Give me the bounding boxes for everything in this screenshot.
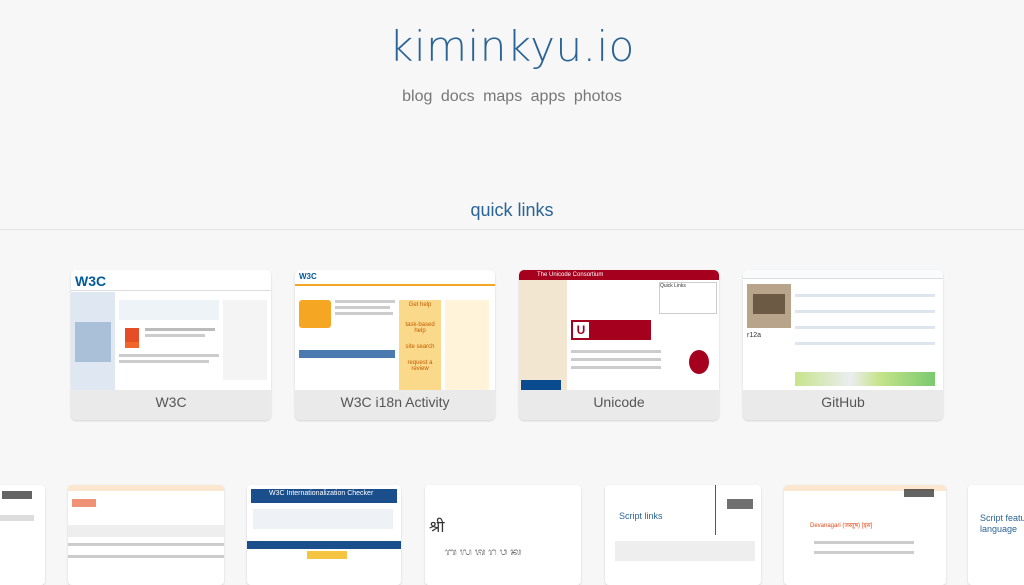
site-title[interactable]: kiminkyu.io [0, 22, 1024, 71]
unicode-logo: U [573, 322, 589, 338]
quick-link-w3c-i18n[interactable]: W3C Recent highlights Get help task-base… [295, 270, 495, 420]
main-nav: blog docs maps apps photos [0, 88, 1024, 106]
nav-blog[interactable]: blog [402, 88, 432, 105]
quick-link-w3c[interactable]: W3C W3C [71, 270, 271, 420]
w3c-i18n-thumbnail: W3C Recent highlights Get help task-base… [295, 270, 495, 390]
github-username: r12a [747, 332, 762, 339]
app-preview-1[interactable] [0, 485, 45, 585]
quick-link-github[interactable]: r12a GitHub [743, 270, 943, 420]
w3c-logo: W3C [299, 272, 317, 281]
nav-photos[interactable]: photos [574, 88, 622, 105]
w3c-logo: W3C [75, 273, 107, 289]
quick-links-heading: quick links [470, 200, 554, 220]
app-preview-2[interactable] [68, 485, 224, 585]
w3c-thumbnail: W3C [71, 270, 271, 390]
app-preview-4[interactable]: श्री ᬩ ᬮ ᬰ ᬭ ᬯ ᬓ [425, 485, 581, 585]
nav-docs[interactable]: docs [441, 88, 475, 105]
nav-apps[interactable]: apps [531, 88, 566, 105]
app-preview-3[interactable]: W3C Internationalization Checker [247, 485, 401, 585]
card-label: W3C [155, 394, 187, 410]
quick-link-unicode[interactable]: The Unicode Consortium U Quick Links Uni… [519, 270, 719, 420]
card-label: W3C i18n Activity [340, 394, 450, 410]
app-preview-5[interactable]: Script links [605, 485, 761, 585]
app-preview-6[interactable]: Devanagari (जस्तूष) [ड्स] [784, 485, 946, 585]
card-label: Unicode [593, 394, 645, 410]
unicode-thumbnail: The Unicode Consortium U Quick Links [519, 270, 719, 390]
recent-highlights-bar: Recent highlights [299, 350, 395, 365]
card-label: GitHub [821, 394, 865, 410]
github-thumbnail: r12a [743, 270, 943, 390]
app-preview-7[interactable]: Script featu language [968, 485, 1024, 585]
nav-maps[interactable]: maps [483, 88, 522, 105]
section-divider [0, 229, 1024, 230]
